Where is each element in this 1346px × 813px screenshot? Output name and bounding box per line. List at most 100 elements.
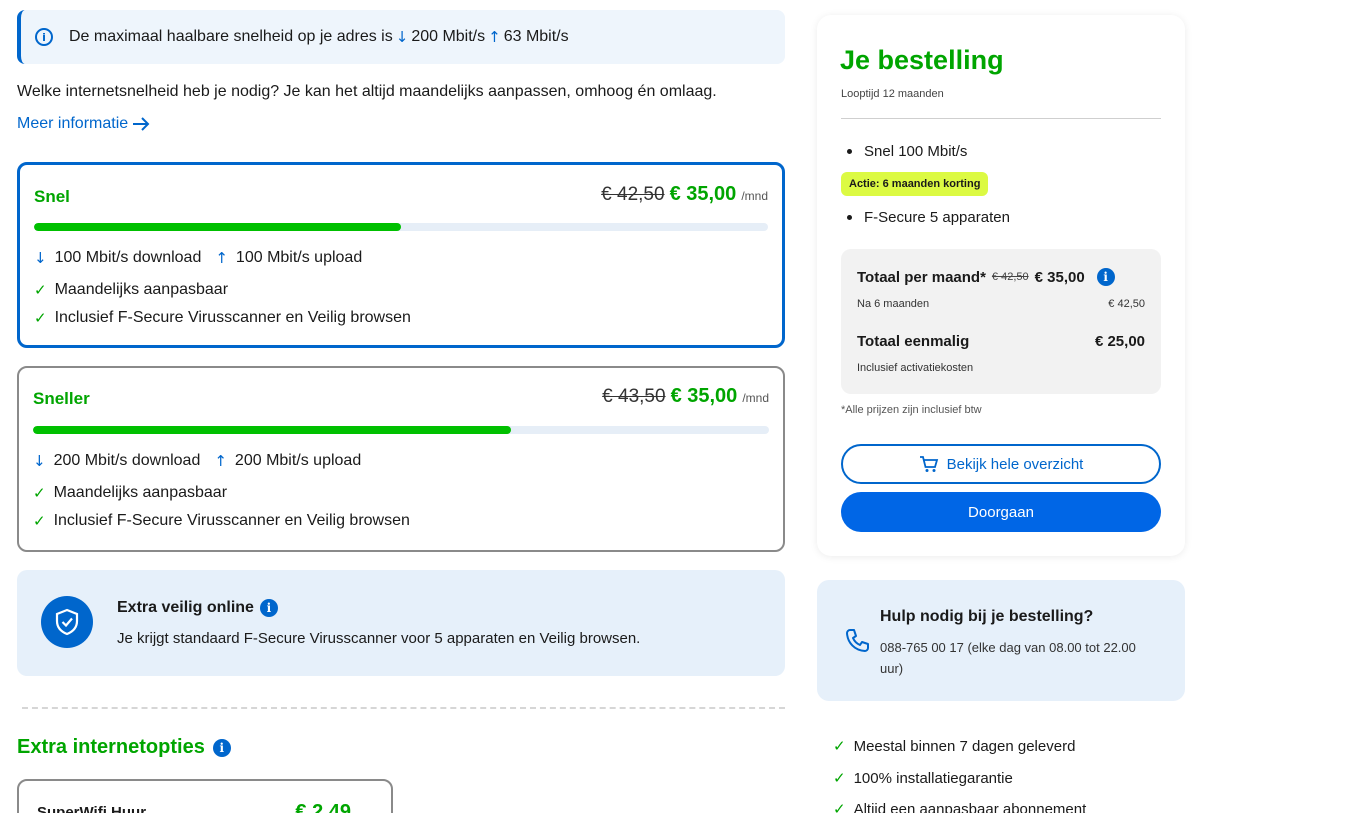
help-phone-text[interactable]: 088-765 00 17 (elke dag van 08.00 tot 22… [880, 637, 1160, 679]
check-icon: ✓ [833, 769, 846, 787]
usp-label: Altijd een aanpasbaar abonnement [853, 800, 1087, 813]
shield-icon [41, 596, 93, 648]
plan-speeds: ↓ 100 Mbit/s download ↑ 100 Mbit/s uploa… [34, 249, 362, 267]
usp-item: ✓ 100% installatiegarantie [833, 769, 1013, 787]
cart-icon [919, 456, 938, 472]
security-info-box: Extra veilig online i Je krijgt standaar… [17, 570, 785, 676]
usp-item: ✓ Meestal binnen 7 dagen geleverd [833, 737, 1075, 755]
plan-name: Snel [34, 187, 70, 206]
info-icon[interactable]: i [259, 599, 278, 617]
plan-feature: ✓ Inclusief F-Secure Virusscanner en Vei… [33, 512, 410, 530]
upload-arrow-icon: ↑ [488, 28, 501, 46]
info-icon[interactable]: i [212, 738, 231, 757]
plan-price-unit: /mnd [741, 189, 768, 203]
security-title: Extra veilig online [117, 599, 254, 616]
banner-download: 200 Mbit/s [411, 28, 486, 45]
plan-speeds: ↓ 200 Mbit/s download ↑ 200 Mbit/s uploa… [33, 452, 361, 470]
check-icon: ✓ [33, 512, 46, 530]
help-title: Hulp nodig bij je bestelling? [880, 608, 1094, 625]
more-info-link[interactable]: Meer informatie [17, 115, 150, 133]
once-total-price: € 25,00 [1094, 333, 1145, 350]
speed-bar-fill [33, 426, 512, 434]
promo-badge: Actie: 6 maanden korting [841, 172, 989, 196]
order-item: F-Secure 5 apparaten [847, 209, 1010, 226]
arrow-right-icon [133, 117, 150, 131]
check-icon: ✓ [833, 737, 846, 755]
bullet [847, 215, 852, 220]
totals-box: Totaal per maand* € 42,50 € 35,00 i Na 6… [841, 249, 1161, 394]
upload-arrow-icon: ↑ [214, 452, 227, 470]
order-title: Je bestelling [840, 45, 1004, 75]
vat-note: *Alle prijzen zijn inclusief btw [841, 404, 982, 416]
plan-feature: ✓ Maandelijks aanpasbaar [34, 281, 228, 299]
view-overview-button[interactable]: Bekijk hele overzicht [841, 444, 1161, 484]
banner-text: De maximaal haalbare snelheid op je adre… [69, 28, 393, 45]
max-speed-banner: i De maximaal haalbare snelheid op je ad… [17, 10, 785, 64]
once-note: Inclusief activatiekosten [857, 362, 974, 374]
after-price: € 42,50 [1108, 298, 1145, 310]
option-name: SuperWifi Huur [37, 804, 147, 813]
usp-label: 100% installatiegarantie [853, 769, 1013, 787]
order-item-label: Snel 100 Mbit/s [864, 143, 968, 160]
plan-price: € 43,50 € 35,00 /mnd [602, 385, 769, 408]
info-icon: i [35, 28, 53, 46]
plan-feature: ✓ Inclusief F-Secure Virusscanner en Vei… [34, 309, 411, 327]
speed-question: Welke internetsnelheid heb je nodig? Je … [17, 83, 717, 100]
section-divider [22, 707, 785, 709]
plan-price: € 42,50 € 35,00 /mnd [601, 183, 768, 206]
security-title-row: Extra veilig online i [117, 599, 278, 617]
download-arrow-icon: ↓ [33, 452, 46, 470]
order-item-label: F-Secure 5 apparaten [864, 209, 1010, 226]
usp-item: ✓ Altijd een aanpasbaar abonnement [833, 800, 1086, 813]
speed-bar [33, 426, 769, 434]
check-icon: ✓ [833, 800, 846, 813]
plan-feature-label: Inclusief F-Secure Virusscanner en Veili… [53, 512, 410, 529]
check-icon: ✓ [33, 484, 46, 502]
plan-feature-label: Maandelijks aanpasbaar [54, 281, 229, 298]
plan-card-snel[interactable]: Snel € 42,50 € 35,00 /mnd ↓ 100 Mbit/s d… [17, 162, 785, 348]
continue-label: Doorgaan [968, 503, 1034, 521]
download-arrow-icon: ↓ [34, 249, 47, 267]
option-card-superwifi[interactable]: SuperWifi Huur € 2,49 [17, 779, 393, 813]
monthly-price: € 35,00 [1034, 268, 1085, 286]
plan-feature: ✓ Maandelijks aanpasbaar [33, 484, 227, 502]
option-price: € 2,49 [295, 801, 351, 813]
monthly-total-label: Totaal per maand* [857, 268, 986, 286]
usp-label: Meestal binnen 7 dagen geleverd [853, 737, 1076, 755]
speed-bar-fill [34, 223, 401, 231]
extra-options-heading: Extra internetopties i [17, 736, 231, 759]
plan-upload: 100 Mbit/s upload [235, 249, 363, 266]
continue-button[interactable]: Doorgaan [841, 492, 1161, 532]
plan-new-price: € 35,00 [670, 385, 738, 407]
order-item: Snel 100 Mbit/s [847, 143, 967, 160]
security-text: Je krijgt standaard F-Secure Virusscanne… [117, 630, 641, 647]
plan-old-price: € 42,50 [601, 184, 665, 205]
more-info-label: Meer informatie [17, 115, 129, 132]
plan-price-unit: /mnd [742, 391, 769, 405]
after-label: Na 6 maanden [857, 298, 930, 310]
plan-feature-label: Inclusief F-Secure Virusscanner en Veili… [54, 309, 411, 326]
order-summary-panel: Je bestelling Looptijd 12 maanden Snel 1… [817, 15, 1185, 556]
banner-upload: 63 Mbit/s [503, 28, 569, 45]
view-overview-label: Bekijk hele overzicht [946, 455, 1084, 473]
monthly-old-price: € 42,50 [991, 271, 1029, 283]
download-arrow-icon: ↓ [395, 28, 409, 46]
bullet [847, 149, 852, 154]
info-icon[interactable]: i [1096, 268, 1115, 286]
plan-name: Sneller [33, 389, 90, 408]
plan-upload: 200 Mbit/s upload [234, 452, 362, 469]
order-divider [841, 118, 1161, 119]
plan-download: 200 Mbit/s download [53, 452, 201, 469]
order-term: Looptijd 12 maanden [841, 88, 944, 100]
extra-options-title: Extra internetopties [17, 736, 205, 758]
plan-old-price: € 43,50 [602, 386, 666, 407]
monthly-total-row: Totaal per maand* € 42,50 € 35,00 i [857, 268, 1115, 286]
phone-icon [846, 629, 869, 652]
plan-new-price: € 35,00 [669, 183, 737, 205]
speed-bar [34, 223, 768, 231]
plan-card-sneller[interactable]: Sneller € 43,50 € 35,00 /mnd ↓ 200 Mbit/… [17, 366, 785, 552]
help-panel: Hulp nodig bij je bestelling? 088-765 00… [817, 580, 1185, 701]
check-icon: ✓ [34, 281, 47, 299]
once-total-label: Totaal eenmalig [857, 333, 970, 350]
upload-arrow-icon: ↑ [215, 249, 228, 267]
